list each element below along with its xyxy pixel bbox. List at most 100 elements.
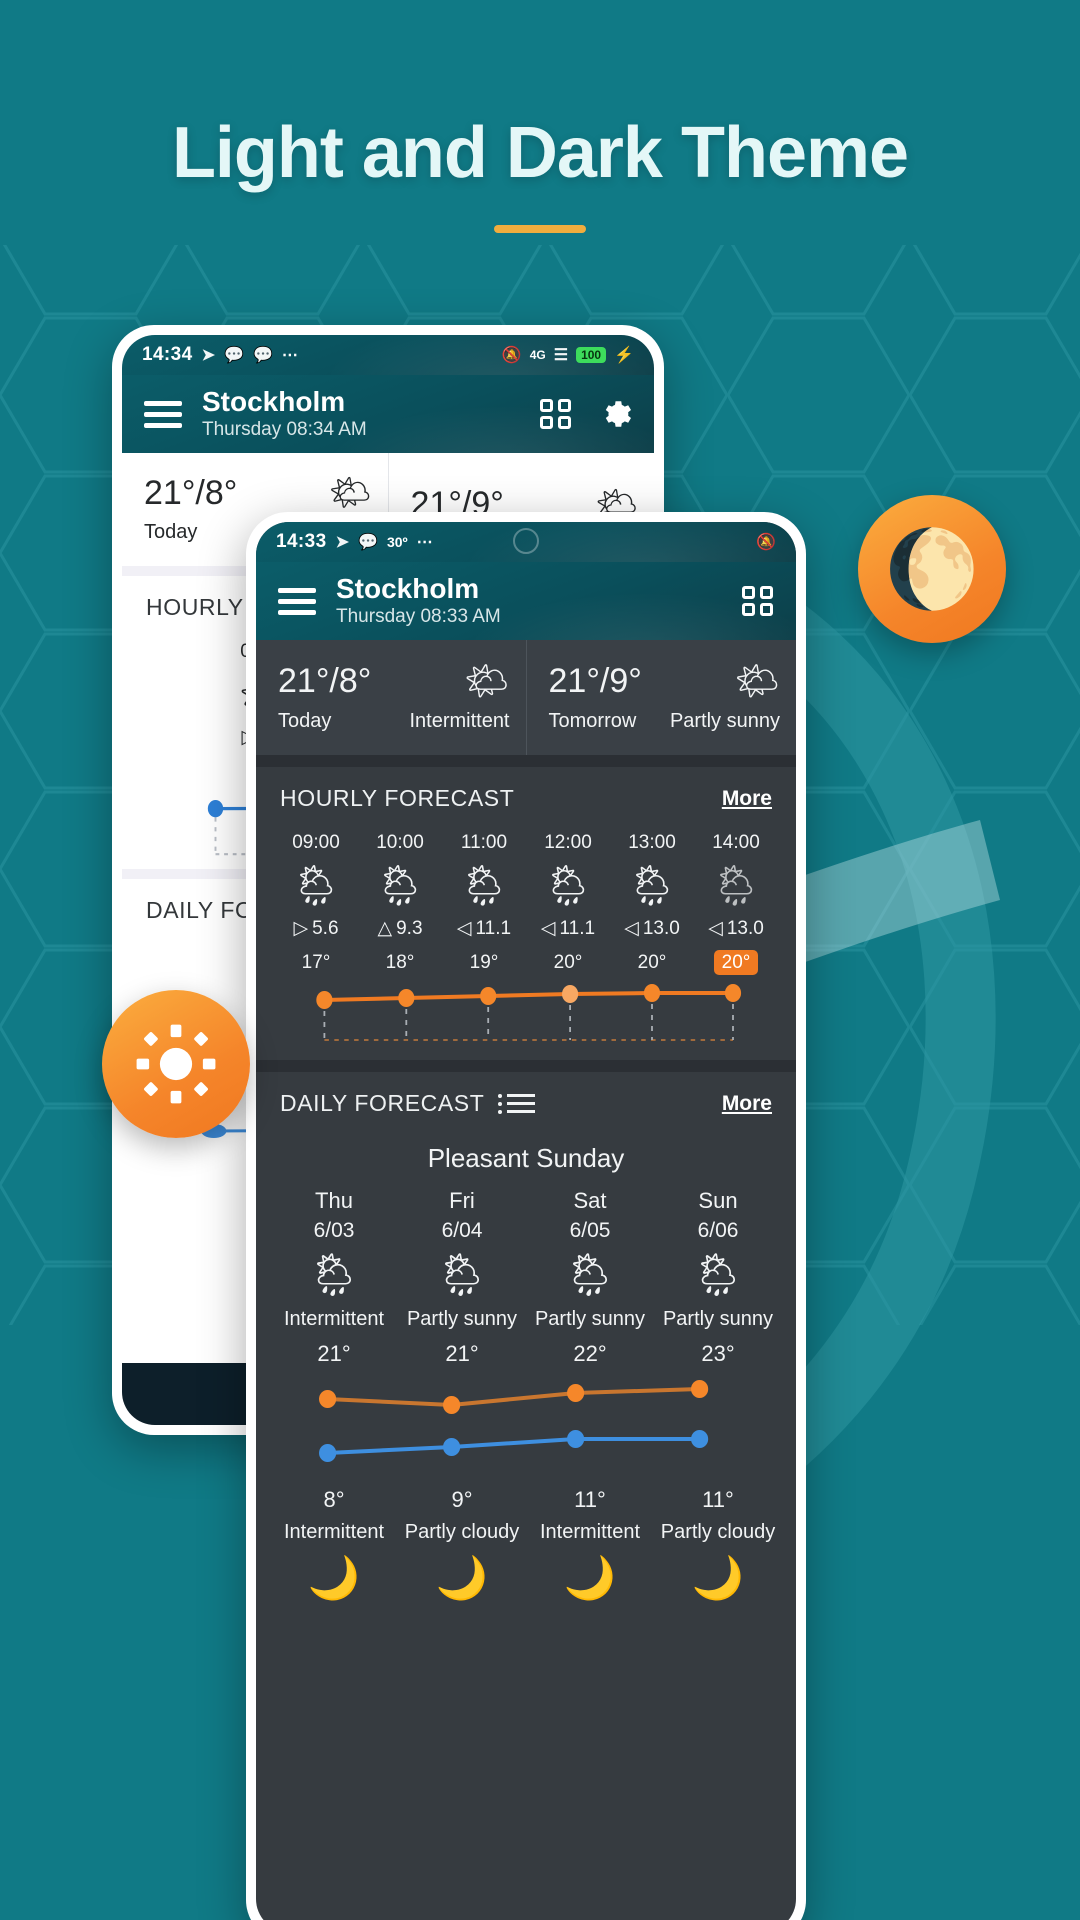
summary-condition-2: Partly sunny xyxy=(669,710,780,732)
moon-cloud-icon: 🌙 xyxy=(307,1554,361,1601)
sun-cloud-icon: 🌦 xyxy=(563,1251,617,1298)
daily-row-top: Thu 6/03 🌦 Intermittent 21° Fri 6/04 🌦 Partly su… xyxy=(270,1182,782,1369)
daily-col-bottom[interactable]: 8° Intermittent 🌙 xyxy=(270,1481,398,1607)
app-header-dark: Stockholm Thursday 08:33 AM xyxy=(256,562,796,640)
wind-arrow-e-icon: ▷ xyxy=(293,918,309,939)
status-overflow-dots: ⋯ xyxy=(416,534,435,551)
list-view-icon[interactable] xyxy=(498,1093,536,1114)
summary-strip-dark: 21°/8° 🌤 Today Intermittent 21°/9° 🌤 Tom… xyxy=(256,640,796,755)
daily-temp-hi: 22° xyxy=(573,1341,607,1366)
daily-day: Sun xyxy=(698,1188,738,1213)
sun-cloud-icon: 🌦 xyxy=(542,864,594,908)
hour-temp-highlight: 20° xyxy=(713,950,759,975)
moon-cloud-icon: 🌙 xyxy=(563,1554,617,1601)
daily-temp-lo: 9° xyxy=(451,1487,473,1512)
wind-arrow-ne-icon: △ xyxy=(377,918,393,939)
signal-bars-icon: ☰ xyxy=(553,347,569,364)
hamburger-menu-icon[interactable] xyxy=(144,400,182,428)
daily-day: Fri xyxy=(449,1188,475,1213)
status-bar-light: 14:34 ➤ 💬 💬 ⋯ 🔕 4G ☰ 100 ⚡ xyxy=(122,335,654,375)
hour-temp: 20° xyxy=(637,952,667,973)
moon-cloud-icon: 🌙 xyxy=(691,1554,745,1601)
daily-day: Sat xyxy=(573,1188,607,1213)
daily-col[interactable]: Thu 6/03 🌦 Intermittent 21° xyxy=(270,1182,398,1369)
hour-col[interactable]: 09:00 🌦 ▷ 5.6 17° xyxy=(274,826,358,978)
hour-wind: ◁ 11.1 xyxy=(456,917,512,940)
hourly-title: HOURLY FORECAST xyxy=(280,785,515,811)
hour-temp: 20° xyxy=(694,946,778,978)
mute-bell-icon: 🔕 xyxy=(501,347,522,364)
daily-col[interactable]: Sun 6/06 🌦 Partly sunny 23° xyxy=(654,1182,782,1369)
promo-stage: Light and Dark Theme 14:34 ➤ 💬 💬 ⋯ 🔕 4G … xyxy=(0,0,1080,1920)
sun-cloud-icon-2: 🌤 xyxy=(734,660,780,701)
moon-cloud-icon: 🌔 xyxy=(884,527,980,612)
hourly-chart-dark xyxy=(292,978,760,1056)
daily-date: 6/06 xyxy=(697,1219,739,1242)
daily-temp-hi: 21° xyxy=(445,1341,479,1366)
daily-temp-lo: 11° xyxy=(702,1487,734,1512)
grid-widgets-icon[interactable] xyxy=(742,586,774,616)
daily-col-bottom[interactable]: 11° Intermittent 🌙 xyxy=(526,1481,654,1607)
hour-time: 09:00 xyxy=(292,832,340,853)
daily-cond-night: Partly cloudy xyxy=(404,1521,520,1543)
summary-temp: 21°/8° xyxy=(144,473,238,512)
hour-col[interactable]: 12:00 🌦 ◁ 11.1 20° xyxy=(526,826,610,978)
hour-col[interactable]: 11:00 🌦 ◁ 11.1 19° xyxy=(442,826,526,978)
page-title: Light and Dark Theme xyxy=(171,113,909,193)
daily-day: Thu xyxy=(315,1188,353,1213)
wind-arrow-w-icon: ◁ xyxy=(708,918,723,939)
daily-row-bottom: 8° Intermittent 🌙 9° Partly cloudy 🌙 11° Interm… xyxy=(270,1481,782,1607)
daily-col[interactable]: Fri 6/04 🌦 Partly sunny 21° xyxy=(398,1182,526,1369)
daily-col-bottom[interactable]: 9° Partly cloudy 🌙 xyxy=(398,1481,526,1607)
hour-wind: ◁ 11.1 xyxy=(540,917,596,940)
hour-wind: ◁ 13.0 xyxy=(708,917,764,940)
grid-widgets-icon[interactable] xyxy=(540,399,572,429)
daily-col[interactable]: Sat 6/05 🌦 Partly sunny 22° xyxy=(526,1182,654,1369)
hour-col[interactable]: 10:00 🌦 △ 9.3 18° xyxy=(358,826,442,978)
sun-cloud-icon: 🌦 xyxy=(374,864,426,908)
daily-more-link[interactable]: More xyxy=(722,1092,772,1116)
hourly-more-link[interactable]: More xyxy=(722,787,772,811)
network-type-label: 4G xyxy=(529,348,546,362)
daily-date: 6/05 xyxy=(569,1219,611,1242)
daily-col-bottom[interactable]: 11° Partly cloudy 🌙 xyxy=(654,1481,782,1607)
hour-col[interactable]: 13:00 🌦 ◁ 13.0 20° xyxy=(610,826,694,978)
summary-cell-today[interactable]: 21°/8° 🌤 Today Intermittent xyxy=(256,640,526,755)
header-date: Thursday 08:33 AM xyxy=(336,605,501,627)
hour-time: 14:00 xyxy=(712,832,760,853)
hour-wind: ◁ 13.0 xyxy=(624,917,680,940)
city-name: Stockholm xyxy=(202,386,346,418)
daily-temp-lo: 11° xyxy=(574,1487,606,1512)
hour-temp: 20° xyxy=(553,952,583,973)
sun-cloud-icon: 🌦 xyxy=(710,864,762,908)
gear-icon[interactable] xyxy=(598,397,632,431)
daily-cond-day: Partly sunny xyxy=(534,1308,646,1330)
city-name: Stockholm xyxy=(336,573,480,605)
badge-sun xyxy=(102,990,250,1138)
wechat-icon: 💬 xyxy=(224,347,244,364)
daily-temp-hi: 21° xyxy=(317,1341,351,1366)
summary-cell-tomorrow[interactable]: 21°/9° 🌤 Tomorrow Partly sunny xyxy=(527,640,797,755)
daily-cond-night: Intermittent xyxy=(539,1521,641,1543)
daily-section-header-dark: DAILY FORECAST More xyxy=(256,1072,796,1127)
hour-time: 11:00 xyxy=(460,832,508,853)
sun-cloud-icon: 🌦 xyxy=(691,1251,745,1298)
mute-bell-icon: 🔕 xyxy=(756,534,776,551)
wechat-icon: 💬 xyxy=(358,534,378,551)
sun-icon xyxy=(136,1024,216,1104)
hamburger-menu-icon[interactable] xyxy=(278,587,316,615)
daily-date: 6/03 xyxy=(313,1219,355,1242)
hourly-strip-dark: 09:00 🌦 ▷ 5.6 17° 10:00 🌦 △ 9.3 18° 11:00 🌦 ◁ 11.1 19°… xyxy=(256,822,796,1060)
location-arrow-icon: ➤ xyxy=(335,534,350,551)
hour-wind: △ 9.3 xyxy=(377,917,423,940)
app-header-light: Stockholm Thursday 08:34 AM xyxy=(122,375,654,453)
wind-arrow-nw-icon: ◁ xyxy=(456,918,472,939)
wechat-icon-2: 💬 xyxy=(252,347,273,364)
sun-cloud-icon: 🌦 xyxy=(435,1251,489,1298)
hour-col[interactable]: 14:00 🌦 ◁ 13.0 20° xyxy=(694,826,778,978)
wind-arrow-w-icon: ◁ xyxy=(540,918,556,939)
phone-mockup-dark: 14:33 ➤ 💬 30º ⋯ 🔕 Stockholm Thursday 08:… xyxy=(246,512,806,1920)
daily-cond-day: Partly sunny xyxy=(662,1308,774,1330)
daily-temp-hi: 23° xyxy=(701,1341,735,1366)
daily-temp-lo: 8° xyxy=(323,1487,345,1512)
